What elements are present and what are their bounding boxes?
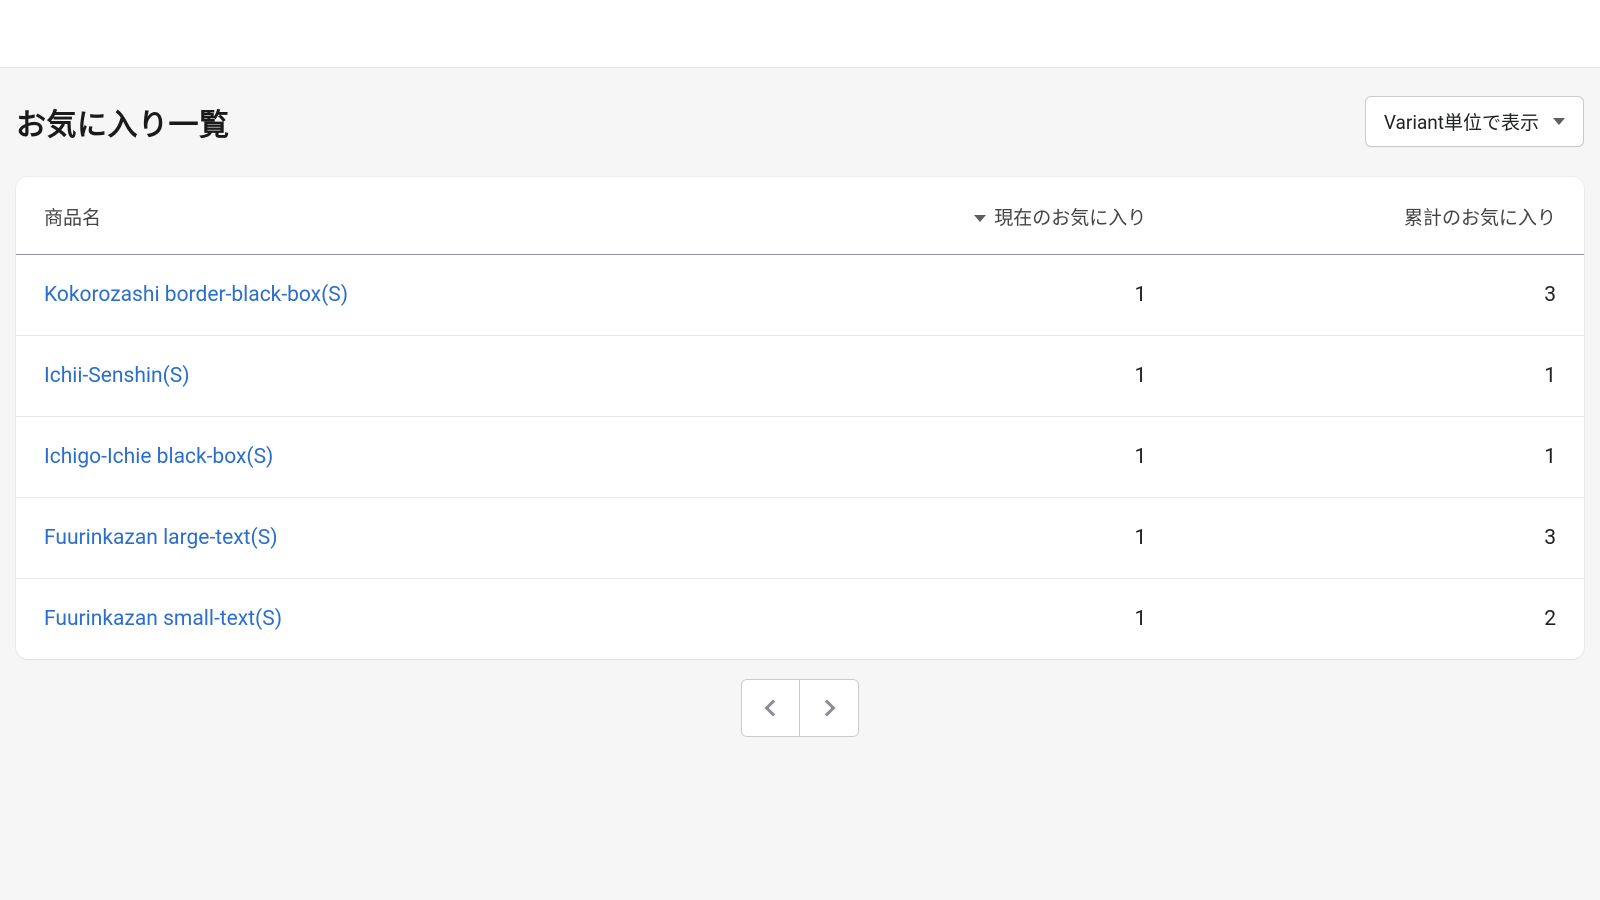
product-link[interactable]: Fuurinkazan large-text(S) xyxy=(44,526,278,550)
cell-total-favorites: 1 xyxy=(1174,417,1584,498)
cell-total-favorites: 3 xyxy=(1174,255,1584,336)
table-row: Kokorozashi border-black-box(S) 13 xyxy=(16,255,1584,336)
column-header-total[interactable]: 累計のお気に入り xyxy=(1174,177,1584,255)
pager xyxy=(741,679,859,737)
cell-product-name: Ichigo-Ichie black-box(S) xyxy=(16,417,725,498)
cell-current-favorites: 1 xyxy=(725,417,1174,498)
cell-current-favorites: 1 xyxy=(725,498,1174,579)
cell-total-favorites: 2 xyxy=(1174,579,1584,660)
column-header-current[interactable]: 現在のお気に入り xyxy=(725,177,1174,255)
next-page-button[interactable] xyxy=(800,680,858,736)
product-link[interactable]: Ichii-Senshin(S) xyxy=(44,364,190,388)
chevron-right-icon xyxy=(819,700,836,717)
cell-current-favorites: 1 xyxy=(725,336,1174,417)
chevron-left-icon xyxy=(764,700,781,717)
product-link[interactable]: Kokorozashi border-black-box(S) xyxy=(44,283,348,307)
product-link[interactable]: Fuurinkazan small-text(S) xyxy=(44,607,282,631)
top-bar xyxy=(0,0,1600,68)
caret-down-icon xyxy=(1553,118,1565,125)
pagination xyxy=(16,679,1584,737)
table-row: Fuurinkazan small-text(S) 12 xyxy=(16,579,1584,660)
sort-desc-icon xyxy=(974,215,986,222)
prev-page-button[interactable] xyxy=(742,680,800,736)
table-row: Fuurinkazan large-text(S) 13 xyxy=(16,498,1584,579)
cell-total-favorites: 1 xyxy=(1174,336,1584,417)
favorites-table: 商品名 現在のお気に入り 累計のお気に入り Kokorozashi border… xyxy=(16,177,1584,659)
table-row: Ichigo-Ichie black-box(S) 11 xyxy=(16,417,1584,498)
cell-current-favorites: 1 xyxy=(725,579,1174,660)
table-row: Ichii-Senshin(S) 11 xyxy=(16,336,1584,417)
cell-total-favorites: 3 xyxy=(1174,498,1584,579)
cell-current-favorites: 1 xyxy=(725,255,1174,336)
column-header-current-label: 現在のお気に入り xyxy=(994,206,1146,229)
page-title: お気に入り一覧 xyxy=(16,100,230,144)
display-mode-select[interactable]: Variant単位で表示 xyxy=(1365,96,1584,147)
favorites-table-card: 商品名 現在のお気に入り 累計のお気に入り Kokorozashi border… xyxy=(16,177,1584,659)
display-mode-label: Variant単位で表示 xyxy=(1384,108,1539,135)
cell-product-name: Kokorozashi border-black-box(S) xyxy=(16,255,725,336)
column-header-name[interactable]: 商品名 xyxy=(16,177,725,255)
product-link[interactable]: Ichigo-Ichie black-box(S) xyxy=(44,445,273,469)
cell-product-name: Ichii-Senshin(S) xyxy=(16,336,725,417)
cell-product-name: Fuurinkazan small-text(S) xyxy=(16,579,725,660)
column-header-total-label: 累計のお気に入り xyxy=(1404,206,1556,229)
column-header-name-label: 商品名 xyxy=(44,206,101,229)
header-row: お気に入り一覧 Variant単位で表示 xyxy=(16,96,1584,147)
content-area: お気に入り一覧 Variant単位で表示 商品名 現在のお気に入り 累計のお気に… xyxy=(0,68,1600,900)
cell-product-name: Fuurinkazan large-text(S) xyxy=(16,498,725,579)
